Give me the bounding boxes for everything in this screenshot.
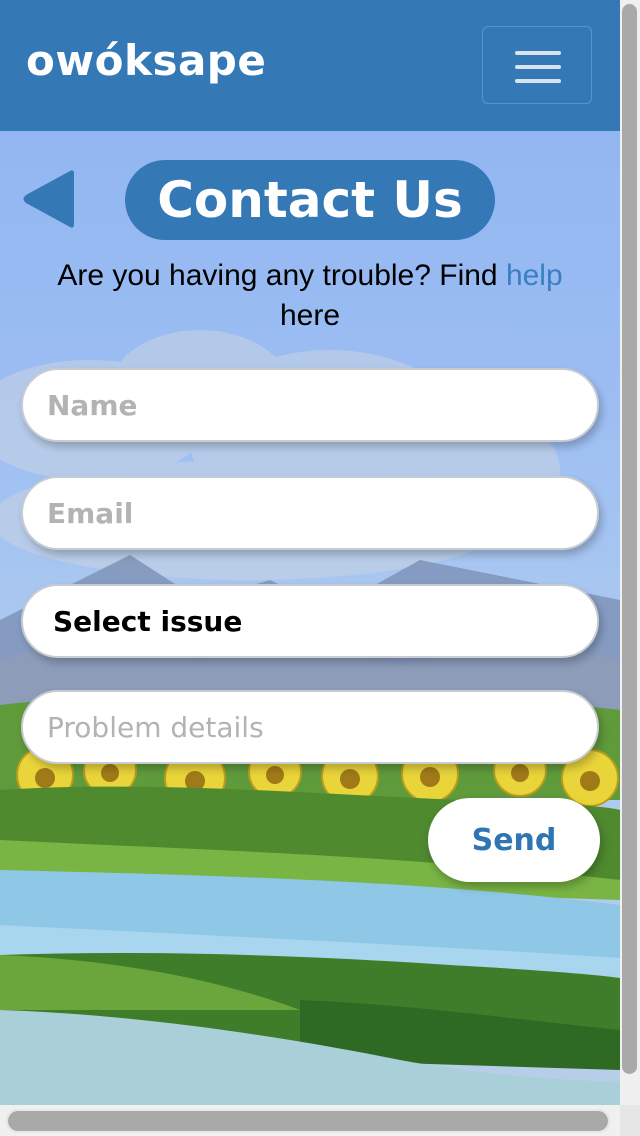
page-title: Contact Us	[125, 160, 495, 240]
email-input[interactable]	[23, 495, 597, 531]
horizontal-scrollbar[interactable]	[0, 1105, 620, 1136]
problem-details-placeholder: Problem details	[47, 710, 264, 744]
top-navbar: owóksape	[0, 0, 620, 131]
vertical-scrollbar[interactable]	[620, 0, 640, 1105]
scrollbar-corner	[620, 1105, 640, 1136]
page-viewport: owóksape Contact Us Are you having any t…	[0, 0, 620, 1105]
help-link[interactable]: help	[506, 259, 563, 292]
hamburger-icon-bottom-bar	[515, 79, 561, 83]
help-message: Are you having any trouble? Find help he…	[20, 256, 600, 336]
issue-select[interactable]: Select issue	[21, 584, 599, 658]
back-triangle-icon	[23, 170, 74, 228]
hamburger-icon	[515, 51, 561, 55]
brand-logo[interactable]: owóksape	[26, 36, 266, 85]
horizontal-scroll-thumb[interactable]	[6, 1109, 610, 1133]
help-suffix: here	[279, 299, 341, 332]
issue-select-value: Select issue	[53, 604, 243, 638]
help-prefix: Are you having any trouble? Find	[57, 259, 506, 292]
name-input[interactable]	[23, 387, 597, 423]
send-button[interactable]: Send	[428, 798, 600, 882]
email-field[interactable]	[21, 476, 599, 550]
hamburger-icon-middle-bar	[515, 65, 561, 69]
problem-details-field[interactable]: Problem details	[21, 690, 599, 764]
vertical-scroll-thumb[interactable]	[622, 4, 637, 1074]
menu-toggle-button[interactable]	[482, 26, 592, 104]
back-button[interactable]	[20, 167, 76, 231]
name-field[interactable]	[21, 368, 599, 442]
